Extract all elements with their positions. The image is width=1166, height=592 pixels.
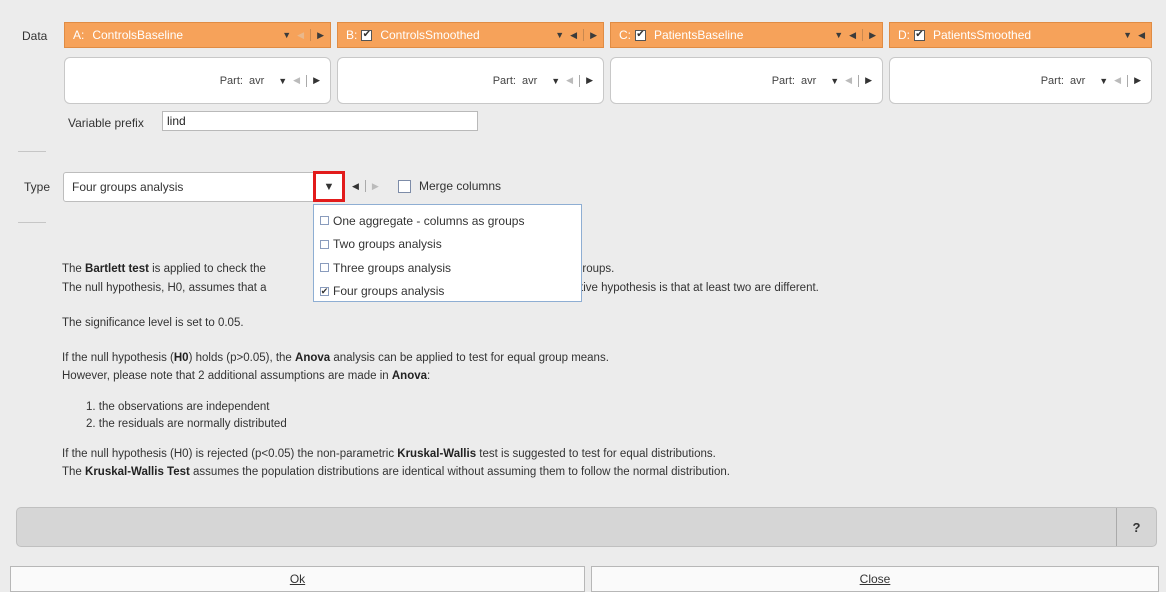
description-line: If the null hypothesis (H0) holds (p>0.0… [62,352,609,364]
dropdown-arrow-icon[interactable]: ▼ [278,76,287,86]
variable-prefix-label: Variable prefix [68,116,144,130]
dropdown-option[interactable]: Two groups analysis [314,233,581,257]
column-letter: D: [898,28,910,42]
previous-icon[interactable]: ◀ [570,30,577,41]
next-icon[interactable]: ▶ [869,30,876,41]
description-line: The significance level is set to 0.05. [62,317,244,329]
part-selector-d[interactable]: Part: avr ▼ ◀ ▶ [889,57,1152,104]
checkbox-icon [320,239,329,249]
next-icon[interactable]: ▶ [586,75,593,86]
next-icon[interactable]: ▶ [317,30,324,41]
dropdown-arrow-icon[interactable]: ▼ [551,76,560,86]
previous-icon[interactable]: ◀ [566,75,573,86]
column-name: ControlsBaseline [92,28,184,42]
dropdown-option[interactable]: Three groups analysis [314,256,581,280]
data-label: Data [22,29,48,43]
part-value: avr [800,74,817,87]
next-icon[interactable]: ▶ [590,30,597,41]
part-selector-a[interactable]: Part: avr ▼ ◀ ▶ [64,57,331,104]
part-label: Part: [771,74,795,87]
column-checkbox[interactable]: ✔ [635,29,646,41]
previous-icon[interactable]: ◀ [845,75,852,86]
assumption-item: 1. the observations are independent [86,401,270,413]
column-letter: A: [73,28,85,42]
next-icon[interactable]: ▶ [865,75,872,86]
help-button[interactable]: ? [1116,508,1156,546]
merge-columns-label: Merge columns [419,179,502,193]
previous-icon[interactable]: ◀ [352,181,359,192]
dropdown-arrow-icon[interactable]: ▼ [1123,30,1132,40]
dropdown-arrow-icon[interactable]: ▼ [830,76,839,86]
part-label: Part: [1040,74,1064,87]
column-name: PatientsBaseline [654,28,744,42]
description-line: The Bartlett test is applied to check th… [62,263,266,275]
analysis-type-value: Four groups analysis [72,180,184,194]
separator [18,151,46,152]
dropdown-arrow-icon[interactable]: ▼ [834,30,843,40]
column-checkbox[interactable]: ✔ [361,29,373,41]
dropdown-arrow-icon[interactable]: ▼ [555,30,564,40]
previous-icon[interactable]: ◀ [849,30,856,41]
assumption-item: 2. the residuals are normally distribute… [86,418,287,430]
description-line: tive hypothesis is that at least two are… [580,282,819,294]
description-line: The Kruskal-Wallis Test assumes the popu… [62,466,730,478]
previous-icon[interactable]: ◀ [1114,75,1121,86]
dropdown-arrow-icon[interactable]: ▼ [1099,76,1108,86]
part-selector-b[interactable]: Part: avr ▼ ◀ ▶ [337,57,604,104]
previous-icon[interactable]: ◀ [297,30,304,41]
column-letter: C: [619,28,631,42]
type-label: Type [24,180,51,194]
checked-checkbox-icon: ✔ [320,285,329,296]
dropdown-option[interactable]: ✔ Four groups analysis [314,280,581,304]
part-value: avr [248,74,265,87]
column-header-d[interactable]: D: ✔ PatientsSmoothed ▼ ◀ [889,22,1152,48]
column-header-b[interactable]: B: ✔ ControlsSmoothed ▼ ◀ ▶ [337,22,604,48]
description-line: The null hypothesis, H0, assumes that a [62,282,267,294]
part-label: Part: [219,74,243,87]
checkbox-icon [320,263,329,273]
merge-columns-checkbox[interactable] [398,179,411,193]
part-label: Part: [492,74,516,87]
previous-icon[interactable]: ◀ [293,75,300,86]
column-header-c[interactable]: C: ✔ PatientsBaseline ▼ ◀ ▶ [610,22,883,48]
description-line: However, please note that 2 additional a… [62,370,431,382]
column-name: PatientsSmoothed [933,28,1032,42]
part-value: avr [1069,74,1086,87]
variable-prefix-input[interactable]: lind [162,111,478,131]
analysis-type-combo[interactable]: Four groups analysis [63,172,343,202]
ok-button[interactable]: Ok [10,566,585,592]
separator [18,222,46,223]
previous-icon[interactable]: ◀ [1138,30,1145,41]
close-button[interactable]: Close [591,566,1159,592]
next-icon[interactable]: ▶ [313,75,320,86]
column-letter: B: [346,28,358,42]
dropdown-option[interactable]: One aggregate - columns as groups [314,209,581,233]
part-selector-c[interactable]: Part: avr ▼ ◀ ▶ [610,57,883,104]
column-checkbox[interactable]: ✔ [914,29,925,41]
column-name: ControlsSmoothed [380,28,480,42]
part-value: avr [521,74,538,87]
next-icon[interactable]: ▶ [372,181,379,192]
checkbox-icon [320,216,329,226]
status-bar: ? [16,507,1157,547]
merge-columns-toggle[interactable]: Merge columns [398,179,501,193]
column-header-a[interactable]: A: ControlsBaseline ▼ ◀ ▶ [64,22,331,48]
analysis-type-dropdown[interactable]: One aggregate - columns as groups Two gr… [313,204,582,302]
next-icon[interactable]: ▶ [1134,75,1141,86]
dropdown-arrow-icon[interactable]: ▼ [313,171,345,202]
dropdown-arrow-icon[interactable]: ▼ [282,30,291,40]
description-line: If the null hypothesis (H0) is rejected … [62,448,716,460]
